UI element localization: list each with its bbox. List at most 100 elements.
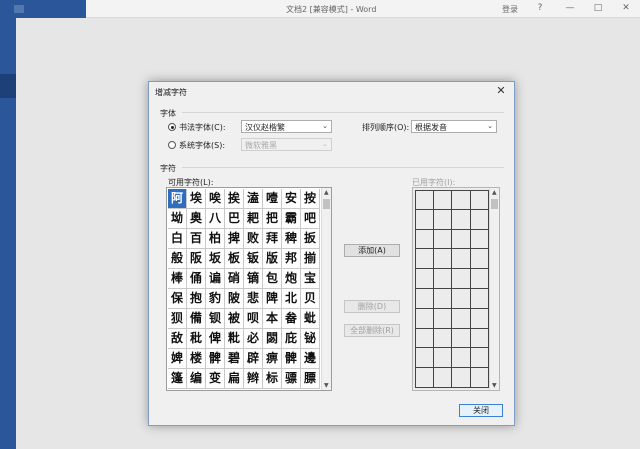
char-cell[interactable]: 钣 <box>244 249 263 269</box>
selected-char-cell[interactable] <box>452 368 471 388</box>
char-cell[interactable]: 变 <box>206 369 225 389</box>
char-cell[interactable]: 霸 <box>282 209 301 229</box>
selected-char-cell[interactable] <box>433 348 452 369</box>
char-cell[interactable]: 揃 <box>301 249 320 269</box>
selected-char-cell[interactable] <box>415 328 434 349</box>
char-cell[interactable]: 挨 <box>225 189 244 209</box>
close-button[interactable]: 关闭 <box>459 404 503 417</box>
char-cell[interactable]: 陂 <box>225 289 244 309</box>
selected-char-cell[interactable] <box>470 209 489 230</box>
char-cell[interactable]: 安 <box>282 189 301 209</box>
char-cell[interactable]: 按 <box>301 189 320 209</box>
scroll-down-icon[interactable]: ▼ <box>492 382 497 389</box>
char-cell[interactable]: 包 <box>263 269 282 289</box>
char-cell[interactable]: 标 <box>263 369 282 389</box>
char-cell[interactable]: 版 <box>263 249 282 269</box>
char-cell[interactable]: 奥 <box>187 209 206 229</box>
char-cell[interactable]: 痹 <box>263 349 282 369</box>
char-cell[interactable]: 俑 <box>187 269 206 289</box>
char-cell[interactable]: 硝 <box>225 269 244 289</box>
selected-char-cell[interactable] <box>470 269 489 289</box>
available-chars-list[interactable]: 阿埃唉挨溘噎安按坳奥八巴耙把霸吧白百柏捭败拜稗扳般阪坂板钣版邦揃棒俑谝硝镝包炮宝… <box>166 187 332 391</box>
char-cell[interactable]: 辟 <box>244 349 263 369</box>
selected-char-cell[interactable] <box>415 269 434 289</box>
selected-chars-grid[interactable] <box>415 190 489 388</box>
selected-char-cell[interactable] <box>452 269 471 289</box>
selected-char-cell[interactable] <box>452 328 471 349</box>
selected-char-cell[interactable] <box>433 368 452 388</box>
dialog-close-icon[interactable]: ✕ <box>494 84 508 98</box>
scroll-thumb[interactable] <box>323 199 330 209</box>
char-cell[interactable]: 膘 <box>301 369 320 389</box>
char-cell[interactable]: 贝 <box>301 289 320 309</box>
char-cell[interactable]: 狈 <box>168 309 187 329</box>
system-font-radio[interactable] <box>168 141 176 149</box>
scroll-thumb[interactable] <box>491 199 498 209</box>
char-cell[interactable]: 编 <box>187 369 206 389</box>
char-cell[interactable]: 钡 <box>206 309 225 329</box>
char-cell[interactable]: 呗 <box>244 309 263 329</box>
char-cell[interactable]: 被 <box>225 309 244 329</box>
char-cell[interactable]: 邦 <box>282 249 301 269</box>
char-cell[interactable]: 畚 <box>282 309 301 329</box>
char-cell[interactable]: 俾 <box>206 329 225 349</box>
selected-char-cell[interactable] <box>433 249 452 270</box>
char-cell[interactable]: 篷 <box>168 369 187 389</box>
selected-char-cell[interactable] <box>470 229 489 250</box>
char-cell[interactable]: 邊 <box>301 349 320 369</box>
char-cell[interactable]: 白 <box>168 229 187 249</box>
char-cell[interactable]: 扳 <box>301 229 320 249</box>
char-cell[interactable]: 坂 <box>206 249 225 269</box>
char-cell[interactable]: 唉 <box>206 189 225 209</box>
available-chars-grid[interactable]: 阿埃唉挨溘噎安按坳奥八巴耙把霸吧白百柏捭败拜稗扳般阪坂板钣版邦揃棒俑谝硝镝包炮宝… <box>168 189 321 390</box>
char-cell[interactable]: 百 <box>187 229 206 249</box>
selected-char-cell[interactable] <box>470 368 489 388</box>
char-cell[interactable]: 镝 <box>244 269 263 289</box>
char-cell[interactable]: 败 <box>244 229 263 249</box>
selected-char-cell[interactable] <box>452 190 471 210</box>
selected-char-cell[interactable] <box>470 190 489 210</box>
restore-button[interactable]: □ <box>592 3 604 13</box>
scroll-up-icon[interactable]: ▲ <box>492 189 497 196</box>
char-cell[interactable]: 般 <box>168 249 187 269</box>
selected-char-cell[interactable] <box>415 348 434 369</box>
char-cell[interactable]: 阪 <box>187 249 206 269</box>
char-cell[interactable]: 悲 <box>244 289 263 309</box>
char-cell[interactable]: 蚍 <box>301 309 320 329</box>
calligraphy-font-select[interactable]: 汉仪赵楷繁 ⌄ <box>241 120 332 133</box>
selected-char-cell[interactable] <box>415 229 434 250</box>
selected-char-cell[interactable] <box>470 348 489 369</box>
selected-char-cell[interactable] <box>433 209 452 230</box>
selected-char-cell[interactable] <box>452 229 471 250</box>
selected-char-cell[interactable] <box>470 328 489 349</box>
char-cell[interactable]: 柏 <box>206 229 225 249</box>
selected-char-cell[interactable] <box>433 308 452 329</box>
char-cell[interactable]: 溘 <box>244 189 263 209</box>
char-cell[interactable]: 本 <box>263 309 282 329</box>
char-cell[interactable]: 碧 <box>225 349 244 369</box>
char-cell[interactable]: 陴 <box>263 289 282 309</box>
selected-char-cell[interactable] <box>452 249 471 270</box>
char-cell[interactable]: 捭 <box>225 229 244 249</box>
selected-chars-scrollbar[interactable]: ▲ ▼ <box>489 188 499 390</box>
selected-char-cell[interactable] <box>415 308 434 329</box>
char-cell[interactable]: 豹 <box>206 289 225 309</box>
login-link[interactable]: 登录 <box>502 4 518 15</box>
char-cell[interactable]: 吧 <box>301 209 320 229</box>
sort-order-select[interactable]: 根据发音 ⌄ <box>411 120 497 133</box>
char-cell[interactable]: 谝 <box>206 269 225 289</box>
char-cell[interactable]: 必 <box>244 329 263 349</box>
scroll-down-icon[interactable]: ▼ <box>324 382 329 389</box>
char-cell[interactable]: 棒 <box>168 269 187 289</box>
char-cell[interactable]: 阿 <box>168 189 187 209</box>
char-cell[interactable]: 骠 <box>282 369 301 389</box>
char-cell[interactable]: 髀 <box>282 349 301 369</box>
selected-char-cell[interactable] <box>452 348 471 369</box>
char-cell[interactable]: 把 <box>263 209 282 229</box>
selected-char-cell[interactable] <box>452 308 471 329</box>
char-cell[interactable]: 庇 <box>282 329 301 349</box>
char-cell[interactable]: 保 <box>168 289 187 309</box>
selected-char-cell[interactable] <box>415 209 434 230</box>
selected-char-cell[interactable] <box>470 308 489 329</box>
selected-char-cell[interactable] <box>415 288 434 309</box>
